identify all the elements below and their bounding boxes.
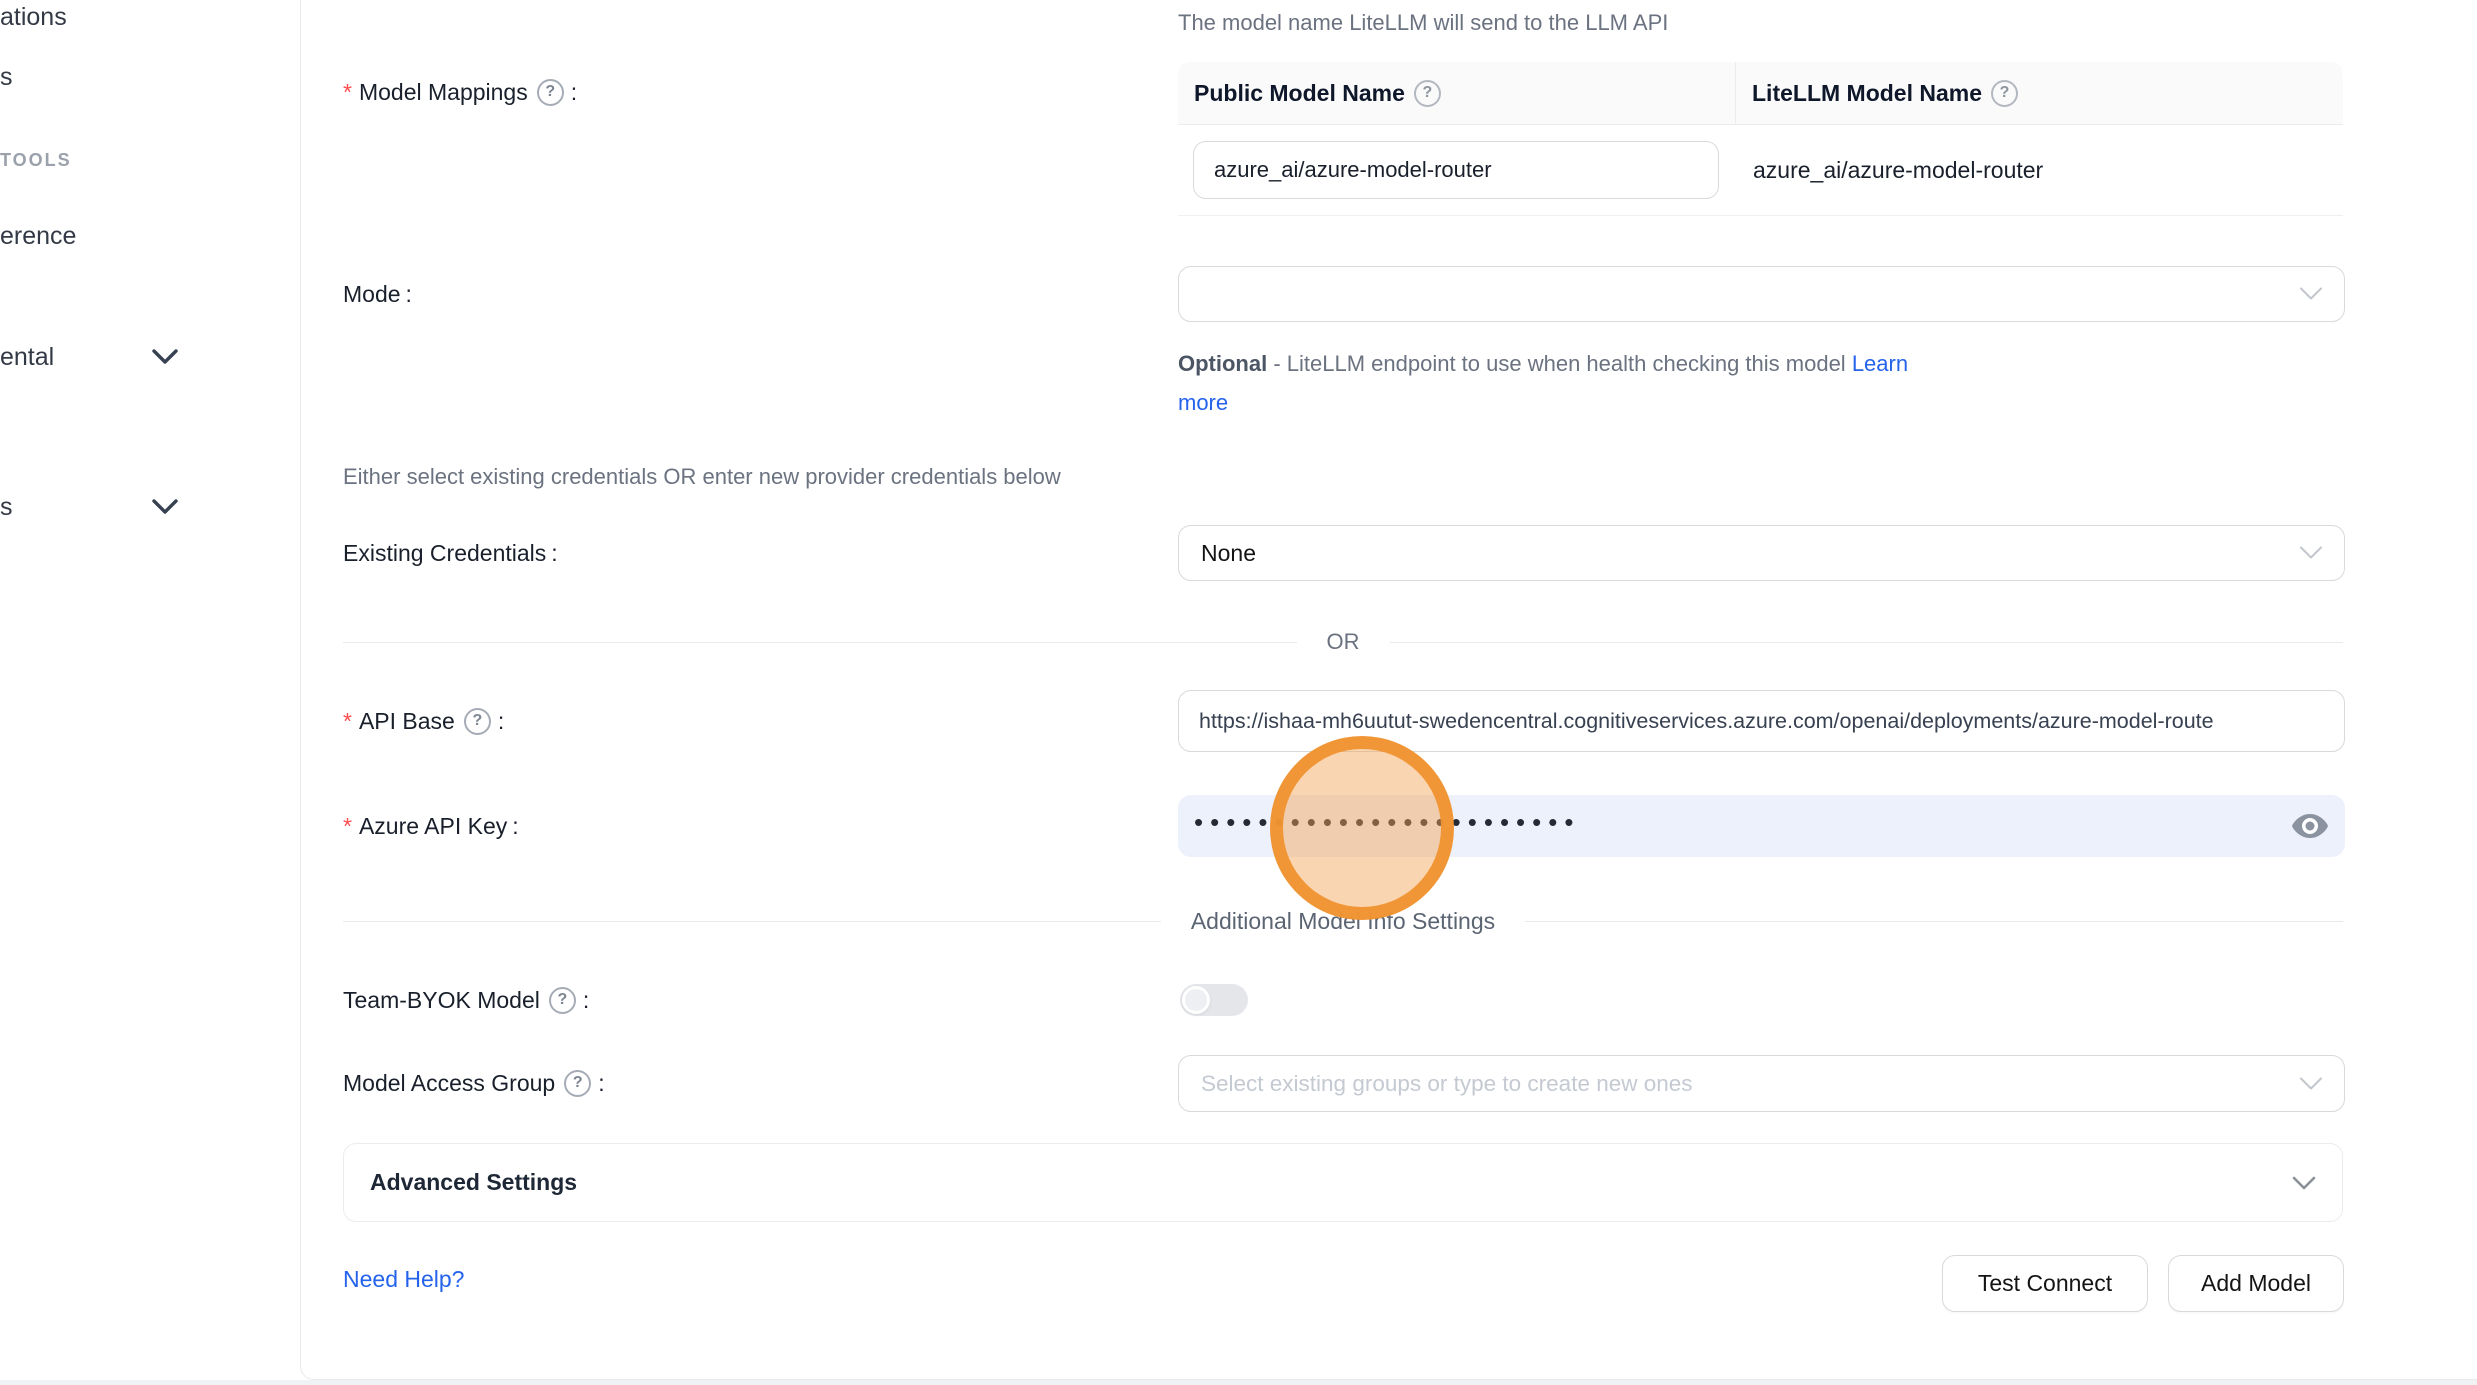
divider-line bbox=[1390, 642, 2344, 643]
label-colon: : bbox=[512, 808, 518, 844]
label-text: Model Mappings bbox=[359, 74, 528, 110]
sidebar-item-label: ations bbox=[0, 3, 67, 31]
page-background bbox=[0, 1380, 2477, 1385]
show-password-eye-icon[interactable] bbox=[2291, 812, 2329, 840]
column-header-public-model-name: Public Model Name ? bbox=[1178, 62, 1736, 124]
label-colon: : bbox=[551, 535, 557, 571]
required-asterisk: * bbox=[343, 74, 352, 110]
label-text: Mode bbox=[343, 276, 401, 312]
model-name-hint: The model name LiteLLM will send to the … bbox=[1178, 8, 1668, 38]
divider-line bbox=[1525, 921, 2343, 922]
column-header-label: Public Model Name bbox=[1194, 80, 1405, 107]
sidebar-item-label: s bbox=[0, 493, 13, 521]
need-help-link[interactable]: Need Help? bbox=[343, 1266, 464, 1293]
model-mappings-label: * Model Mappings ? : bbox=[343, 74, 577, 110]
divider-line bbox=[343, 921, 1161, 922]
chevron-down-icon[interactable] bbox=[152, 499, 178, 515]
help-circle-icon[interactable]: ? bbox=[464, 708, 491, 735]
label-text: Team-BYOK Model bbox=[343, 982, 540, 1018]
sidebar-item-users[interactable]: s bbox=[0, 60, 13, 94]
label-colon: : bbox=[571, 74, 577, 110]
azure-api-key-input[interactable]: •••••••••••••••••••••••• bbox=[1178, 795, 2345, 857]
sidebar-section-label: TOOLS bbox=[0, 150, 72, 170]
help-circle-icon[interactable]: ? bbox=[1414, 80, 1441, 107]
label-text: Existing Credentials bbox=[343, 535, 546, 571]
or-divider: OR bbox=[343, 628, 2343, 656]
chevron-down-icon bbox=[2300, 288, 2322, 301]
help-circle-icon[interactable]: ? bbox=[537, 79, 564, 106]
label-colon: : bbox=[406, 276, 412, 312]
sidebar-item-settings[interactable]: s bbox=[0, 490, 13, 524]
mode-select[interactable] bbox=[1178, 266, 2345, 322]
mode-help-line1: Optional - LiteLLM endpoint to use when … bbox=[1178, 344, 2378, 383]
model-mappings-table: Public Model Name ? LiteLLM Model Name ?… bbox=[1178, 62, 2343, 216]
chevron-down-icon[interactable] bbox=[152, 349, 178, 365]
public-model-name-input[interactable] bbox=[1193, 141, 1719, 199]
api-base-label: * API Base ? : bbox=[343, 703, 504, 739]
toggle-knob bbox=[1182, 986, 1210, 1014]
select-value: None bbox=[1201, 540, 1256, 567]
team-byok-toggle[interactable] bbox=[1180, 984, 1248, 1016]
team-byok-label: Team-BYOK Model ? : bbox=[343, 982, 589, 1018]
optional-bold: Optional bbox=[1178, 351, 1267, 376]
help-circle-icon[interactable]: ? bbox=[1991, 80, 2018, 107]
divider-text: Additional Model Info Settings bbox=[1161, 908, 1525, 935]
sidebar-item-label: s bbox=[0, 63, 13, 91]
mode-help-text: Optional - LiteLLM endpoint to use when … bbox=[1178, 344, 2378, 422]
learn-more-link[interactable]: Learn bbox=[1852, 351, 1908, 376]
advanced-settings-title: Advanced Settings bbox=[370, 1169, 577, 1196]
sidebar-item-experimental[interactable]: ental bbox=[0, 340, 54, 374]
chevron-down-icon bbox=[2292, 1176, 2316, 1190]
existing-credentials-label: Existing Credentials : bbox=[343, 535, 558, 571]
litellm-model-name-value: azure_ai/azure-model-router bbox=[1753, 125, 2043, 215]
sidebar-section-tools: TOOLS bbox=[0, 148, 72, 172]
label-text: Model Access Group bbox=[343, 1065, 555, 1101]
label-text: Azure API Key bbox=[359, 808, 507, 844]
advanced-settings-panel[interactable]: Advanced Settings bbox=[343, 1143, 2343, 1222]
model-access-group-select[interactable]: Select existing groups or type to create… bbox=[1178, 1055, 2345, 1112]
column-header-litellm-model-name: LiteLLM Model Name ? bbox=[1736, 62, 2343, 124]
select-placeholder: Select existing groups or type to create… bbox=[1201, 1071, 1693, 1097]
sidebar-item-api-reference[interactable]: erence bbox=[0, 219, 76, 253]
model-access-group-label: Model Access Group ? : bbox=[343, 1065, 605, 1101]
required-asterisk: * bbox=[343, 703, 352, 739]
credentials-note: Either select existing credentials OR en… bbox=[343, 462, 1061, 492]
label-colon: : bbox=[598, 1065, 604, 1101]
additional-settings-divider: Additional Model Info Settings bbox=[343, 904, 2343, 938]
test-connect-button[interactable]: Test Connect bbox=[1942, 1255, 2148, 1312]
required-asterisk: * bbox=[343, 808, 352, 844]
sidebar-item-label: erence bbox=[0, 222, 76, 250]
chevron-down-icon bbox=[2300, 547, 2322, 560]
label-colon: : bbox=[498, 703, 504, 739]
sidebar: ations s TOOLS erence ental s bbox=[0, 0, 300, 1380]
help-circle-icon[interactable]: ? bbox=[564, 1070, 591, 1097]
masked-password-value: •••••••••••••••••••••••• bbox=[1194, 809, 1580, 835]
sidebar-item-organizations[interactable]: ations bbox=[0, 0, 67, 34]
sidebar-item-label: ental bbox=[0, 343, 54, 371]
existing-credentials-select[interactable]: None bbox=[1178, 525, 2345, 581]
azure-api-key-label: * Azure API Key : bbox=[343, 808, 519, 844]
help-body: - LiteLLM endpoint to use when health ch… bbox=[1267, 351, 1852, 376]
api-base-input[interactable] bbox=[1178, 690, 2345, 752]
label-text: API Base bbox=[359, 703, 455, 739]
add-model-button[interactable]: Add Model bbox=[2168, 1255, 2344, 1312]
table-header-row: Public Model Name ? LiteLLM Model Name ? bbox=[1178, 62, 2343, 125]
learn-more-link[interactable]: more bbox=[1178, 390, 1228, 415]
help-circle-icon[interactable]: ? bbox=[549, 987, 576, 1014]
label-colon: : bbox=[583, 982, 589, 1018]
divider-line bbox=[343, 642, 1297, 643]
chevron-down-icon bbox=[2300, 1077, 2322, 1090]
mode-label: Mode : bbox=[343, 276, 412, 312]
column-header-label: LiteLLM Model Name bbox=[1752, 80, 1982, 107]
mode-help-line2: more bbox=[1178, 383, 2378, 422]
table-row: azure_ai/azure-model-router bbox=[1178, 125, 2343, 215]
divider-text: OR bbox=[1297, 629, 1390, 655]
